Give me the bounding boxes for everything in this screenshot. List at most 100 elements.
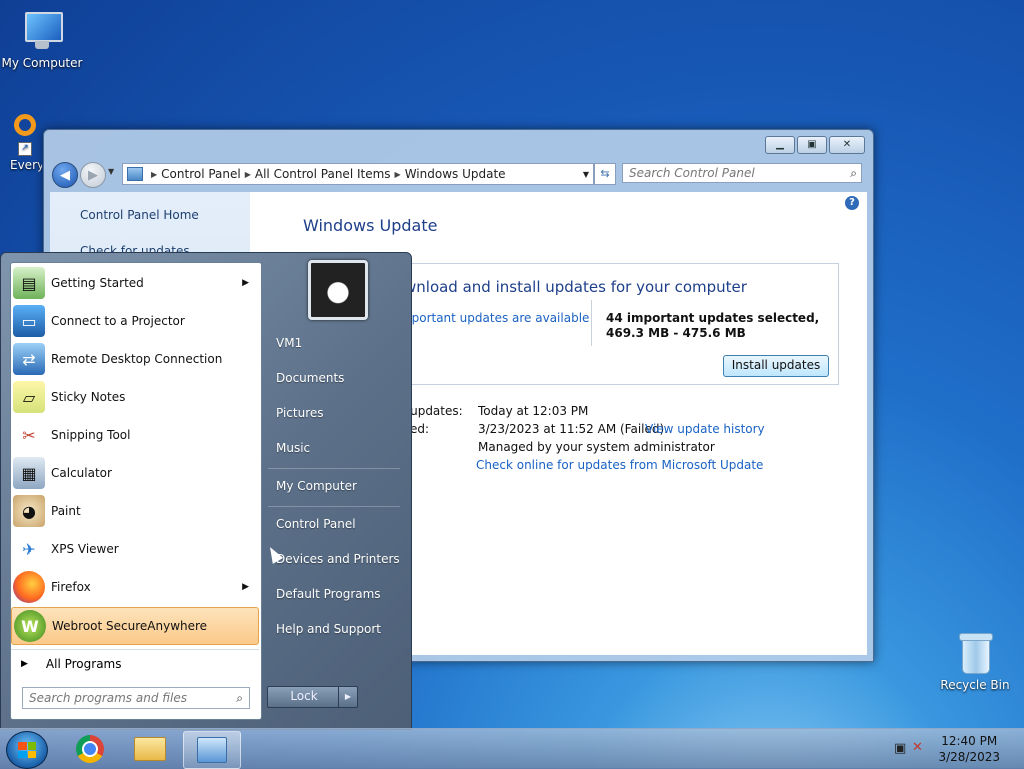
xps-viewer-icon: ✈	[13, 533, 45, 565]
program-paint[interactable]: ◕ Paint	[11, 493, 259, 529]
program-calculator[interactable]: ▦ Calculator	[11, 455, 259, 491]
start-menu-separator	[268, 468, 400, 469]
program-label: Getting Started	[51, 276, 144, 290]
managed-text: Managed by your system administrator	[478, 440, 715, 454]
desktop-icon-everything[interactable]: ↗ Everyt	[0, 112, 42, 172]
program-label: Remote Desktop Connection	[51, 352, 223, 366]
lock-button[interactable]: Lock	[267, 686, 341, 708]
submenu-arrow-icon: ▶	[242, 278, 249, 288]
volume-muted-icon[interactable]: ✕	[912, 740, 923, 755]
address-bar[interactable]: ▶ Control Panel ▶ All Control Panel Item…	[122, 163, 594, 185]
breadcrumb-separator-icon[interactable]: ▶	[245, 170, 251, 179]
start-link-documents[interactable]: Documents	[276, 371, 344, 385]
submenu-arrow-icon: ▶	[242, 582, 249, 592]
program-remote-desktop[interactable]: ⇄ Remote Desktop Connection	[11, 341, 259, 377]
installed-label: ed:	[410, 422, 430, 436]
window-controls: ▁ ▣ ✕	[765, 136, 865, 154]
sticky-notes-icon: ▱	[13, 381, 45, 413]
user-avatar[interactable]	[308, 260, 368, 320]
forward-button[interactable]: ▶	[80, 162, 106, 188]
search-icon: ⌕	[236, 690, 243, 705]
start-link-user[interactable]: VM1	[276, 336, 302, 350]
taskbar-control-panel[interactable]	[183, 731, 241, 769]
program-snipping-tool[interactable]: ✂ Snipping Tool	[11, 417, 259, 453]
program-label: Calculator	[51, 466, 112, 480]
shutdown-options-button[interactable]: ▶	[338, 686, 358, 708]
address-dropdown-icon[interactable]: ▼	[583, 170, 589, 179]
breadcrumb-windows-update[interactable]: Windows Update	[405, 167, 506, 181]
important-updates-link[interactable]: nportant updates are available	[404, 311, 589, 325]
all-programs-label: All Programs	[45, 657, 122, 671]
getting-started-icon: ▤	[13, 267, 45, 299]
start-link-default-programs[interactable]: Default Programs	[276, 587, 381, 601]
network-icon[interactable]: ▣	[894, 741, 906, 756]
sidebar-link-home[interactable]: Control Panel Home	[80, 208, 199, 222]
desktop-icon-recycle-bin[interactable]: Recycle Bin	[933, 630, 1017, 692]
divider	[591, 300, 592, 346]
clock-time: 12:40 PM	[941, 734, 998, 748]
search-placeholder: Search Control Panel	[629, 166, 755, 180]
clock-date: 3/28/2023	[938, 750, 1000, 764]
program-webroot[interactable]: W Webroot SecureAnywhere	[11, 607, 259, 645]
snipping-tool-icon: ✂	[13, 419, 45, 451]
windows-logo-icon	[18, 742, 36, 758]
desktop-icon-my-computer[interactable]: My Computer	[0, 8, 84, 70]
breadcrumb-all-items[interactable]: All Control Panel Items	[255, 167, 391, 181]
all-programs-button[interactable]: ▶ All Programs	[11, 649, 259, 678]
program-connect-projector[interactable]: ▭ Connect to a Projector	[11, 303, 259, 339]
start-button[interactable]	[6, 731, 48, 769]
maximize-button[interactable]: ▣	[797, 136, 827, 154]
start-link-pictures[interactable]: Pictures	[276, 406, 324, 420]
check-online-link[interactable]: Check online for updates from Microsoft …	[476, 458, 763, 472]
recent-check-value: Today at 12:03 PM	[478, 404, 589, 418]
program-firefox[interactable]: Firefox ▶	[11, 569, 259, 605]
paint-icon: ◕	[13, 495, 45, 527]
help-icon[interactable]: ?	[845, 196, 859, 210]
refresh-button[interactable]: ⇆	[594, 163, 616, 185]
webroot-icon: W	[14, 610, 46, 642]
search-programs-input[interactable]: Search programs and files ⌕	[22, 687, 250, 709]
control-panel-icon	[127, 167, 143, 181]
program-label: XPS Viewer	[51, 542, 119, 556]
start-link-my-computer[interactable]: My Computer	[276, 479, 357, 493]
start-link-help-support[interactable]: Help and Support	[276, 622, 381, 636]
refresh-icon: ⇆	[600, 167, 610, 180]
breadcrumb-control-panel[interactable]: Control Panel	[161, 167, 241, 181]
back-button[interactable]: ◀	[52, 162, 78, 188]
start-link-devices-printers[interactable]: Devices and Printers	[276, 552, 400, 566]
program-label: Firefox	[51, 580, 91, 594]
breadcrumb-separator-icon[interactable]: ▶	[151, 170, 157, 179]
taskbar: ▣ ✕ 12:40 PM 3/28/2023	[0, 728, 1024, 769]
install-updates-button[interactable]: Install updates	[723, 355, 829, 377]
calculator-icon: ▦	[13, 457, 45, 489]
start-link-music[interactable]: Music	[276, 441, 310, 455]
program-xps-viewer[interactable]: ✈ XPS Viewer	[11, 531, 259, 567]
desktop-icon-label: Recycle Bin	[940, 678, 1010, 692]
search-placeholder: Search programs and files	[29, 691, 187, 705]
program-sticky-notes[interactable]: ▱ Sticky Notes	[11, 379, 259, 415]
desktop-icon-label: Everyt	[10, 158, 42, 172]
start-link-control-panel[interactable]: Control Panel	[276, 517, 356, 531]
program-getting-started[interactable]: ▤ Getting Started ▶	[11, 265, 259, 301]
recycle-bin-icon	[952, 630, 998, 676]
recent-pages-button[interactable]: ▼	[108, 167, 114, 176]
program-label: Paint	[51, 504, 81, 518]
forward-arrow-icon: ▶	[88, 167, 98, 183]
chrome-icon	[76, 735, 104, 763]
close-button[interactable]: ✕	[829, 136, 865, 154]
program-label: Webroot SecureAnywhere	[52, 619, 208, 633]
control-panel-icon	[197, 737, 227, 763]
clock[interactable]: 12:40 PM 3/28/2023	[938, 733, 1000, 765]
installed-value: 3/23/2023 at 11:52 AM (Failed).	[478, 422, 668, 436]
breadcrumb-separator-icon[interactable]: ▶	[395, 170, 401, 179]
program-label: Sticky Notes	[51, 390, 126, 404]
file-explorer-icon	[134, 737, 166, 761]
everything-search-icon: ↗	[4, 112, 38, 156]
program-label: Snipping Tool	[51, 428, 131, 442]
taskbar-file-explorer[interactable]	[122, 731, 178, 767]
computer-icon	[19, 8, 65, 54]
search-control-panel-input[interactable]: Search Control Panel ⌕	[622, 163, 862, 183]
taskbar-chrome[interactable]	[62, 731, 118, 767]
minimize-button[interactable]: ▁	[765, 136, 795, 154]
view-update-history-link[interactable]: View update history	[645, 422, 765, 436]
